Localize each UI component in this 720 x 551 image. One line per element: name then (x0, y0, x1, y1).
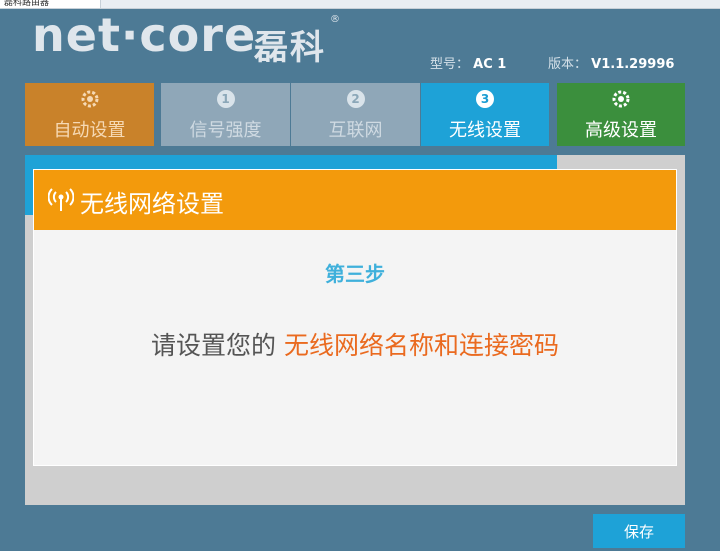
instruction-text: 请设置您的 无线网络名称和连接密码 (34, 326, 676, 362)
tab-internet-label: 互联网 (328, 120, 383, 141)
tab-advanced-setup[interactable]: 高级设置 (557, 83, 685, 146)
model-value: AC 1 (473, 57, 507, 72)
model-label: 型号： (430, 57, 470, 72)
brand-logo: net·core (32, 8, 257, 62)
tab-signal-strength-label: 信号强度 (189, 120, 262, 141)
version-info: 版本： V1.1.29996 (548, 53, 674, 72)
card-header: 无线网络设置 (34, 170, 676, 230)
step-indicator: 第三步 (325, 262, 385, 286)
wireless-setup-card: 无线网络设置 第三步 请设置您的 无线网络名称和连接密码 (33, 169, 677, 466)
step-1-badge: 1 (216, 90, 235, 108)
tab-signal-strength[interactable]: 1 信号强度 (161, 83, 290, 146)
tab-auto-setup[interactable]: 自动设置 (25, 83, 154, 146)
tab-auto-setup-label: 自动设置 (53, 120, 126, 141)
browser-tab[interactable]: 磊科路由器 (0, 0, 101, 8)
brand-logo-cn: 磊科 (254, 28, 326, 68)
step-2-badge: 2 (346, 90, 365, 108)
browser-tab-title: 磊科路由器 (4, 0, 50, 8)
version-label: 版本： (548, 57, 588, 72)
gear-refresh-icon (81, 90, 98, 108)
tab-internet[interactable]: 2 互联网 (291, 83, 420, 146)
step-3-badge: 3 (476, 90, 494, 108)
card-title: 无线网络设置 (80, 190, 224, 218)
instruction-highlight: 无线网络名称和连接密码 (283, 331, 559, 360)
wifi-antenna-icon (48, 188, 74, 211)
save-button[interactable]: 保存 (593, 514, 685, 548)
tab-advanced-setup-label: 高级设置 (585, 120, 657, 141)
gear-icon (612, 90, 630, 108)
registered-mark: ® (330, 14, 340, 25)
version-value: V1.1.29996 (591, 57, 675, 72)
tab-wireless-setup[interactable]: 3 无线设置 (421, 83, 549, 146)
tab-wireless-setup-label: 无线设置 (449, 120, 521, 141)
model-info: 型号： AC 1 (430, 53, 506, 72)
instruction-prefix: 请设置您的 (151, 331, 277, 360)
